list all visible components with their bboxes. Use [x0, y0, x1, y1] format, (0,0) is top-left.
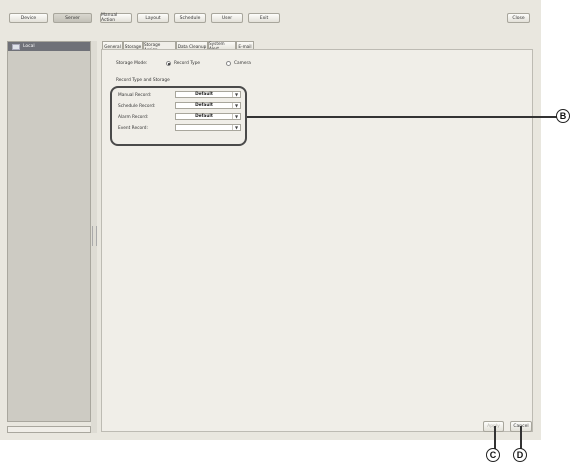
schedule-button[interactable]: Schedule [174, 13, 206, 23]
section-title: Record Type and Storage [116, 78, 170, 83]
splitter-grip-icon [92, 226, 97, 246]
callout-b: B [556, 109, 570, 123]
manual-action-button[interactable]: Manual Action [100, 13, 132, 23]
layout-button[interactable]: Layout [137, 13, 169, 23]
callout-c-leader [494, 426, 496, 450]
callout-d-leader [520, 426, 522, 450]
tree-item-label: Local [23, 44, 35, 49]
callout-b-leader [247, 116, 557, 118]
horizontal-scrollbar[interactable] [7, 426, 91, 433]
server-icon [12, 43, 20, 50]
callout-d: D [513, 448, 527, 462]
exit-button[interactable]: Exit [248, 13, 280, 23]
storage-mode-label: Storage Mode: [116, 61, 148, 66]
device-button[interactable]: Device [9, 13, 48, 23]
panel-splitter[interactable] [91, 41, 97, 433]
camera-option-label[interactable]: Camera [234, 61, 251, 66]
user-button[interactable]: User [211, 13, 243, 23]
record-type-radio[interactable] [166, 61, 171, 66]
record-type-option-label[interactable]: Record Type [174, 61, 200, 66]
app-window: Device Server Manual Action Layout Sched… [0, 0, 541, 440]
server-button[interactable]: Server [53, 13, 92, 23]
record-type-callout-frame [110, 86, 247, 146]
server-tree[interactable]: Local [7, 41, 91, 422]
close-button[interactable]: Close [507, 13, 530, 23]
callout-c: C [486, 448, 500, 462]
tree-item-local[interactable]: Local [8, 42, 90, 51]
camera-radio[interactable] [226, 61, 231, 66]
